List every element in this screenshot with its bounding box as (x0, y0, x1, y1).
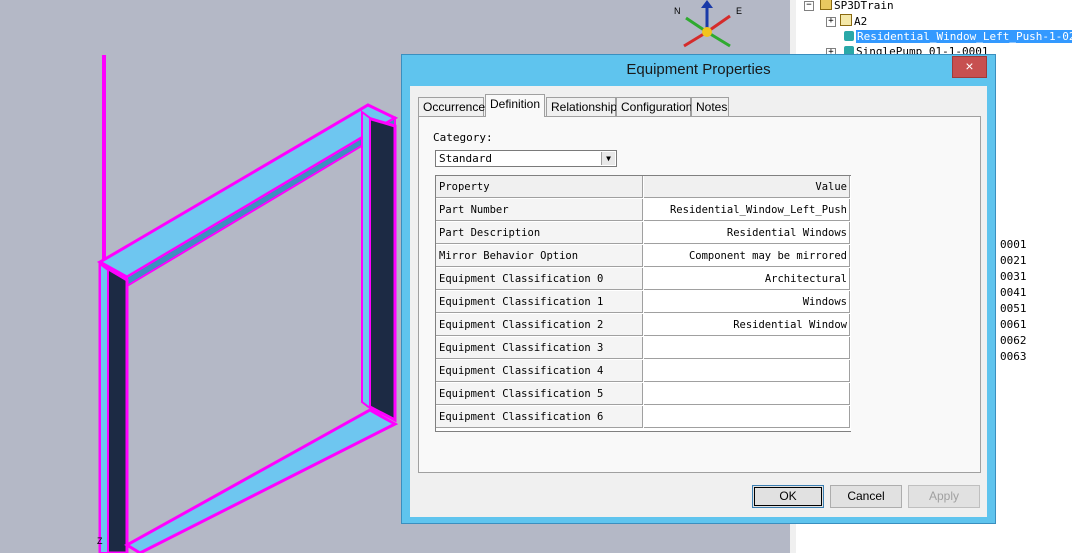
tab-occurrence[interactable]: Occurrence (418, 97, 485, 116)
dialog-body: Occurrence Definition Relationship Confi… (410, 86, 987, 517)
frame-top-bar (96, 103, 399, 279)
property-value[interactable] (644, 337, 850, 359)
property-value[interactable]: Residential_Window_Left_Push (644, 199, 850, 221)
ok-button[interactable]: OK (752, 485, 824, 508)
grid-row[interactable]: Equipment Classification 0 Architectural (436, 268, 851, 291)
property-name: Equipment Classification 1 (436, 291, 643, 313)
tree-item-number[interactable]: 0051 (1000, 302, 1027, 315)
tree-item-number[interactable]: 0063 (1000, 350, 1027, 363)
category-select[interactable]: Standard ▼ (435, 150, 617, 167)
tab-definition[interactable]: Definition (485, 94, 545, 117)
property-name: Equipment Classification 0 (436, 268, 643, 290)
tree-item-number[interactable]: 0001 (1000, 238, 1027, 251)
tree-item-number[interactable]: 0021 (1000, 254, 1027, 267)
tree-item-number[interactable]: 0061 (1000, 318, 1027, 331)
property-value[interactable] (644, 360, 850, 382)
grid-row[interactable]: Equipment Classification 3 (436, 337, 851, 360)
category-label: Category: (433, 131, 493, 144)
property-value[interactable]: Architectural (644, 268, 850, 290)
grid-row[interactable]: Mirror Behavior Option Component may be … (436, 245, 851, 268)
grid-row[interactable]: Equipment Classification 5 (436, 383, 851, 406)
property-name: Equipment Classification 2 (436, 314, 643, 336)
tree-item-number[interactable]: 0031 (1000, 270, 1027, 283)
property-name: Equipment Classification 3 (436, 337, 643, 359)
tree-item-number[interactable]: 0041 (1000, 286, 1027, 299)
compass-label-e: E (736, 6, 743, 16)
grid-header-row: Property Value (436, 176, 851, 199)
property-name: Mirror Behavior Option (436, 245, 643, 267)
grid-row[interactable]: Equipment Classification 6 (436, 406, 851, 429)
property-value[interactable] (644, 406, 850, 428)
grid-header-value: Value (644, 176, 850, 198)
properties-grid[interactable]: Property Value Part Number Residential_W… (435, 175, 851, 432)
dialog-title: Equipment Properties (626, 61, 771, 78)
definition-tab-pane: Category: Standard ▼ Property Value Part… (418, 116, 981, 473)
grid-row[interactable]: Equipment Classification 4 (436, 360, 851, 383)
property-value[interactable]: Windows (644, 291, 850, 313)
property-name: Equipment Classification 6 (436, 406, 643, 428)
grid-row[interactable]: Equipment Classification 1 Windows (436, 291, 851, 314)
property-name: Equipment Classification 4 (436, 360, 643, 382)
apply-button[interactable]: Apply (908, 485, 980, 508)
axis-label-z: Z (97, 536, 103, 546)
grid-row[interactable]: Part Description Residential Windows (436, 222, 851, 245)
system-icon (840, 14, 852, 26)
expand-icon[interactable]: + (826, 17, 836, 27)
property-name: Part Description (436, 222, 643, 244)
property-name: Part Number (436, 199, 643, 221)
property-value[interactable]: Component may be mirrored (644, 245, 850, 267)
tree-item-label: A2 (854, 15, 868, 28)
tab-configuration[interactable]: Configuration (616, 97, 692, 116)
tree-item-label: Residential_Window_Left_Push-1-0201 (856, 30, 1072, 43)
frame-bottom-bar (124, 408, 399, 553)
equipment-icon (844, 31, 854, 41)
category-value: Standard (439, 152, 492, 165)
collapse-icon[interactable]: − (804, 1, 814, 11)
tab-notes[interactable]: Notes (691, 97, 729, 116)
dropdown-arrow-icon[interactable]: ▼ (601, 152, 615, 165)
property-name: Equipment Classification 5 (436, 383, 643, 405)
frame-right-post (366, 115, 397, 423)
property-value[interactable]: Residential Window (644, 314, 850, 336)
property-value[interactable]: Residential Windows (644, 222, 850, 244)
compass-label-n: N (674, 6, 681, 16)
grid-header-property: Property (436, 176, 643, 198)
cancel-button[interactable]: Cancel (830, 485, 902, 508)
equipment-properties-dialog: Equipment Properties × Occurrence Defini… (401, 54, 996, 524)
tree-root-label: SP3DTrain (834, 0, 894, 12)
tab-relationship[interactable]: Relationship (546, 97, 617, 116)
close-button[interactable]: × (952, 56, 987, 78)
property-value[interactable] (644, 383, 850, 405)
compass-icon (683, 0, 731, 48)
close-icon: × (965, 58, 974, 74)
folder-icon (820, 0, 832, 10)
tree-item-residential-window[interactable]: Residential_Window_Left_Push-1-0201 (844, 30, 1072, 44)
grid-row[interactable]: Equipment Classification 2 Residential W… (436, 314, 851, 337)
tree-item-number[interactable]: 0062 (1000, 334, 1027, 347)
grid-row[interactable]: Part Number Residential_Window_Left_Push (436, 199, 851, 222)
